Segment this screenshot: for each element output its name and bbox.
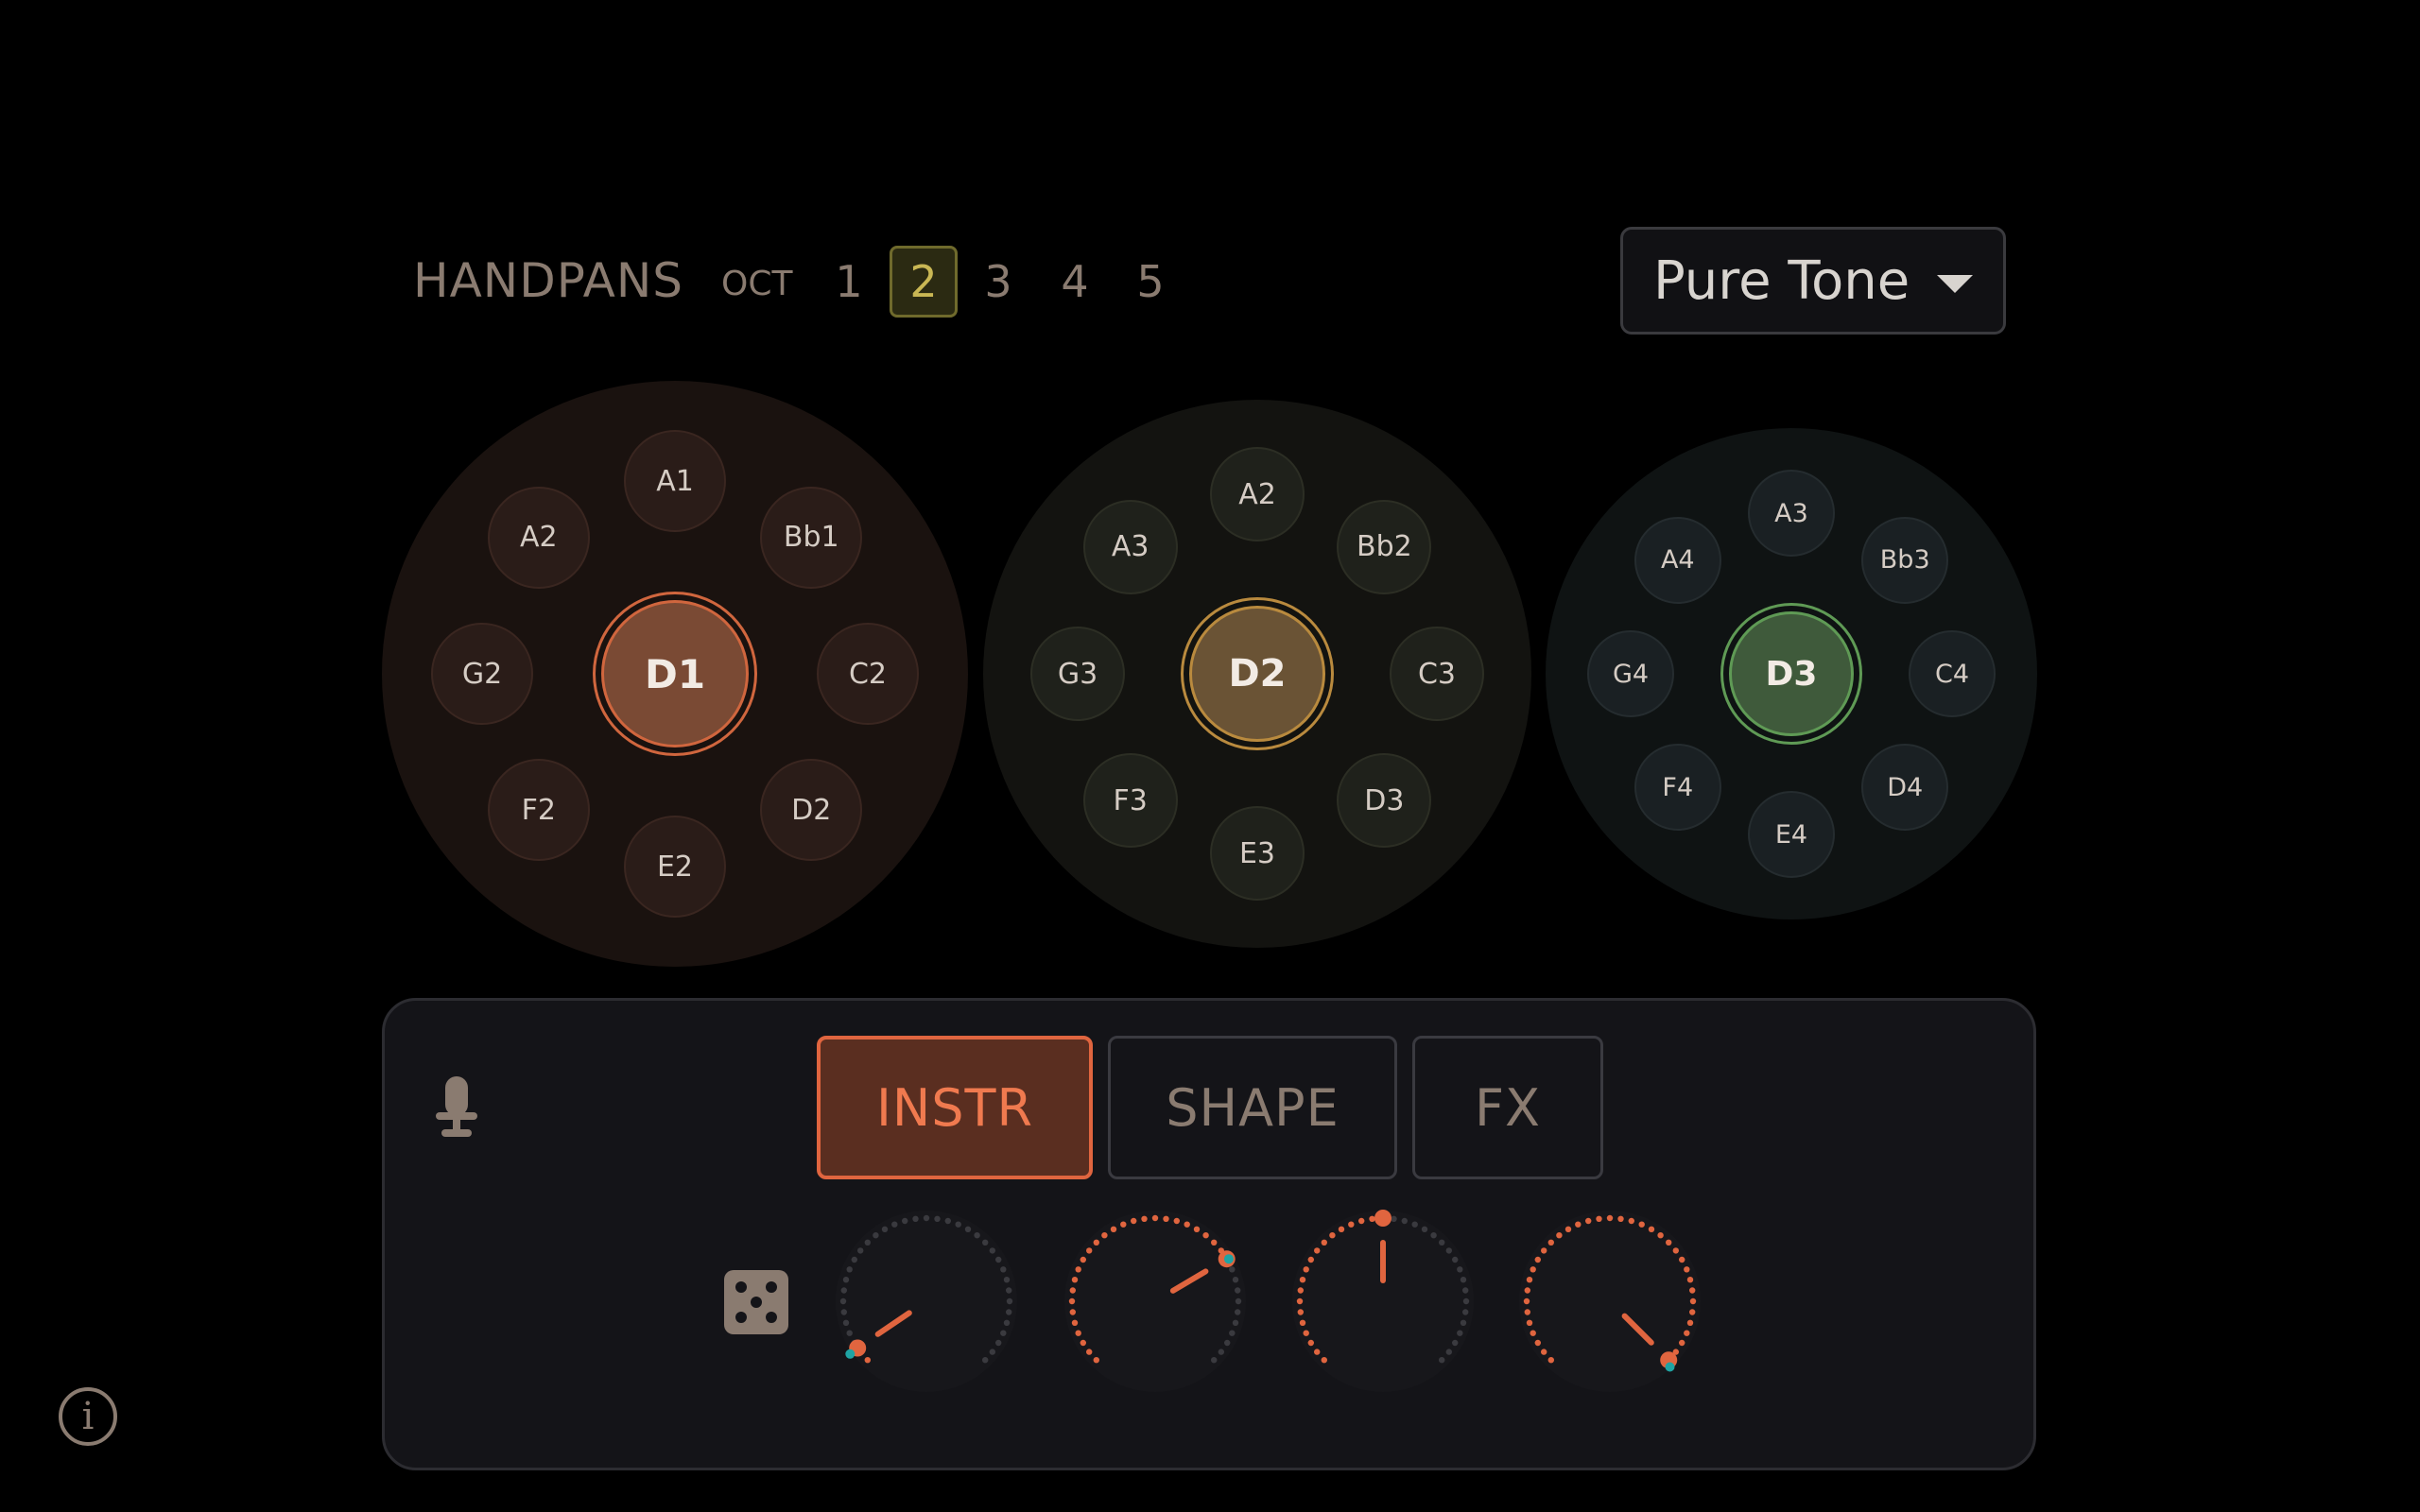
note-pad[interactable]: C3 (1390, 627, 1484, 721)
note-pad[interactable]: E2 (624, 816, 726, 918)
microphone-icon[interactable] (432, 1076, 481, 1143)
note-pad[interactable]: E4 (1748, 791, 1835, 878)
parameter-knob-3[interactable] (1279, 1197, 1487, 1405)
tab-shape[interactable]: SHAPE (1108, 1036, 1397, 1179)
note-pad[interactable]: A4 (1634, 516, 1721, 604)
sound-preset-value: Pure Tone (1653, 249, 1910, 312)
octave-button-3[interactable]: 3 (964, 246, 1032, 318)
parameter-knob-1[interactable] (822, 1197, 1030, 1405)
note-pad[interactable]: A3 (1082, 499, 1178, 594)
note-pad[interactable]: D4 (1861, 744, 1949, 832)
note-pad[interactable]: G2 (431, 623, 533, 725)
note-pad[interactable]: G4 (1587, 630, 1674, 717)
center-note-pad[interactable]: D1 (601, 600, 749, 747)
info-icon[interactable]: i (59, 1387, 117, 1446)
note-pad[interactable]: A2 (1210, 447, 1305, 541)
note-pad[interactable]: A2 (487, 486, 590, 589)
octave-label: OCT (721, 265, 793, 303)
octave-button-5[interactable]: 5 (1116, 246, 1184, 318)
note-pad[interactable]: D3 (1337, 753, 1432, 849)
center-note-pad[interactable]: D3 (1729, 611, 1854, 736)
app-title: HANDPANS (413, 253, 684, 308)
note-pad[interactable]: F3 (1082, 753, 1178, 849)
caret-down-icon (1937, 275, 1973, 293)
sound-preset-dropdown[interactable]: Pure Tone (1620, 227, 2006, 335)
note-pad[interactable]: F2 (487, 759, 590, 862)
note-pad[interactable]: A3 (1748, 470, 1835, 557)
note-pad[interactable]: Bb2 (1337, 499, 1432, 594)
note-pad[interactable]: D2 (760, 759, 863, 862)
note-pad[interactable]: C2 (817, 623, 919, 725)
note-pad[interactable]: A1 (624, 430, 726, 532)
tab-fx[interactable]: FX (1412, 1036, 1603, 1179)
tab-instr[interactable]: INSTR (817, 1036, 1093, 1179)
note-pad[interactable]: Bb1 (760, 486, 863, 589)
parameter-knob-2[interactable] (1051, 1197, 1259, 1405)
octave-button-2[interactable]: 2 (890, 246, 958, 318)
octave-button-1[interactable]: 1 (815, 246, 883, 318)
note-pad[interactable]: G3 (1030, 627, 1125, 721)
note-pad[interactable]: C4 (1909, 630, 1996, 717)
dice-randomize-icon[interactable] (722, 1268, 790, 1336)
octave-button-4[interactable]: 4 (1041, 246, 1109, 318)
note-pad[interactable]: F4 (1634, 744, 1721, 832)
parameter-knob-4[interactable] (1506, 1197, 1714, 1405)
center-note-pad[interactable]: D2 (1189, 606, 1325, 742)
note-pad[interactable]: E3 (1210, 806, 1305, 901)
note-pad[interactable]: Bb3 (1861, 516, 1949, 604)
